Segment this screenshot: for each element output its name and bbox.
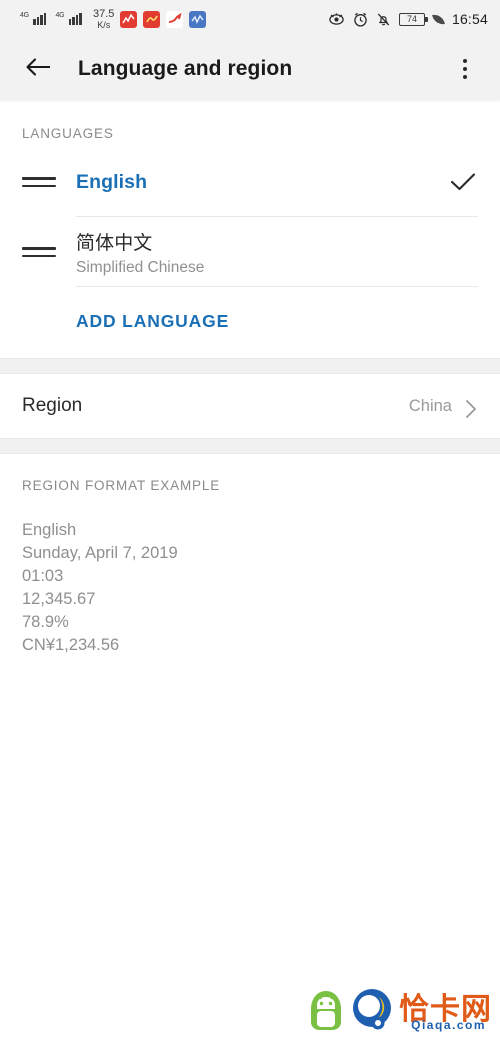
region-format-example-section: REGION FORMAT EXAMPLE English Sunday, Ap… — [0, 454, 500, 657]
market-wave-icon — [189, 10, 207, 28]
arrow-left-icon — [26, 57, 52, 82]
watermark-site-url: Qiaqa.com — [411, 1018, 486, 1032]
network-speed-value: 37.5 — [93, 7, 115, 20]
signal-bar — [43, 13, 46, 25]
network-speed-unit: K/s — [97, 19, 111, 30]
add-language-button[interactable]: ADD LANGUAGE — [0, 287, 500, 358]
status-bar: 4G 4G 37.5 K/s 74 16:54 — [0, 0, 500, 38]
trend-arrow-icon — [166, 10, 184, 28]
section-separator — [0, 358, 500, 374]
drag-handle-icon[interactable] — [22, 171, 56, 193]
language-list: English 简体中文 Simplified Chinese ADD LANG… — [0, 141, 500, 358]
format-line-number: 12,345.67 — [22, 590, 96, 608]
signal-icon-sim2: 4G — [55, 12, 86, 25]
watermark: 恰卡网 Qiaqa.com — [307, 987, 492, 1033]
row-divider — [76, 286, 478, 287]
network-type-label-sim1: 4G — [20, 12, 29, 19]
signal-bar — [33, 19, 36, 25]
app-bar: Language and region — [0, 38, 500, 100]
stock-chart-icon — [120, 10, 138, 28]
signal-icon-sim1: 4G — [20, 12, 50, 25]
battery-icon: 74 — [398, 12, 428, 26]
format-line-date: Sunday, April 7, 2019 — [22, 544, 178, 562]
region-label: Region — [22, 395, 83, 416]
region-format-header: REGION FORMAT EXAMPLE — [22, 478, 221, 493]
region-format-lines: English Sunday, April 7, 2019 01:03 12,3… — [22, 519, 500, 657]
check-icon — [448, 167, 478, 197]
list-item-region[interactable]: Region China — [0, 374, 500, 438]
eye-icon — [328, 12, 345, 26]
network-speed-indicator: 37.5 K/s — [93, 7, 115, 30]
signal-bar — [40, 15, 43, 25]
signal-bar — [72, 17, 75, 25]
signal-bar — [68, 19, 71, 25]
status-bar-right: 74 16:54 — [328, 11, 488, 27]
more-vertical-icon[interactable] — [448, 49, 482, 89]
signal-bar — [36, 17, 39, 25]
back-button[interactable] — [22, 52, 56, 86]
stock-alert-icon — [143, 10, 161, 28]
status-bar-left: 4G 4G 37.5 K/s — [20, 7, 207, 30]
language-subtitle: Simplified Chinese — [76, 258, 205, 276]
language-name: English — [76, 170, 148, 193]
settings-content: LANGUAGES English 简体中文 Simplified Chines… — [0, 100, 500, 657]
section-separator — [0, 438, 500, 454]
page-title: Language and region — [78, 57, 293, 80]
bell-muted-icon — [376, 12, 391, 27]
status-bar-clock: 16:54 — [451, 11, 488, 27]
phone-screen: 4G 4G 37.5 K/s 74 16:54 Language and reg… — [0, 0, 500, 1039]
leaf-icon — [432, 12, 445, 26]
languages-section-header: LANGUAGES — [22, 126, 114, 141]
android-robot-icon — [307, 988, 345, 1032]
format-line-language: English — [22, 521, 77, 539]
language-labels: 简体中文 Simplified Chinese — [76, 228, 478, 277]
format-line-currency: CN¥1,234.56 — [22, 636, 120, 654]
format-line-time: 01:03 — [22, 567, 64, 585]
drag-handle-icon[interactable] — [22, 241, 56, 263]
list-item-language-english[interactable]: English — [0, 147, 500, 217]
alarm-clock-icon — [353, 12, 368, 27]
language-labels: English — [76, 171, 448, 194]
language-name: 简体中文 — [76, 232, 153, 254]
list-item-language-simplified-chinese[interactable]: 简体中文 Simplified Chinese — [0, 217, 500, 287]
q-circle-logo-icon — [349, 987, 395, 1033]
format-line-percent: 78.9% — [22, 613, 69, 631]
network-type-label-sim2: 4G — [55, 12, 65, 19]
battery-percent-label: 74 — [406, 13, 417, 24]
chevron-right-icon — [464, 399, 478, 418]
signal-bar — [75, 15, 78, 25]
signal-bar — [79, 13, 82, 25]
region-value: China — [408, 396, 452, 415]
